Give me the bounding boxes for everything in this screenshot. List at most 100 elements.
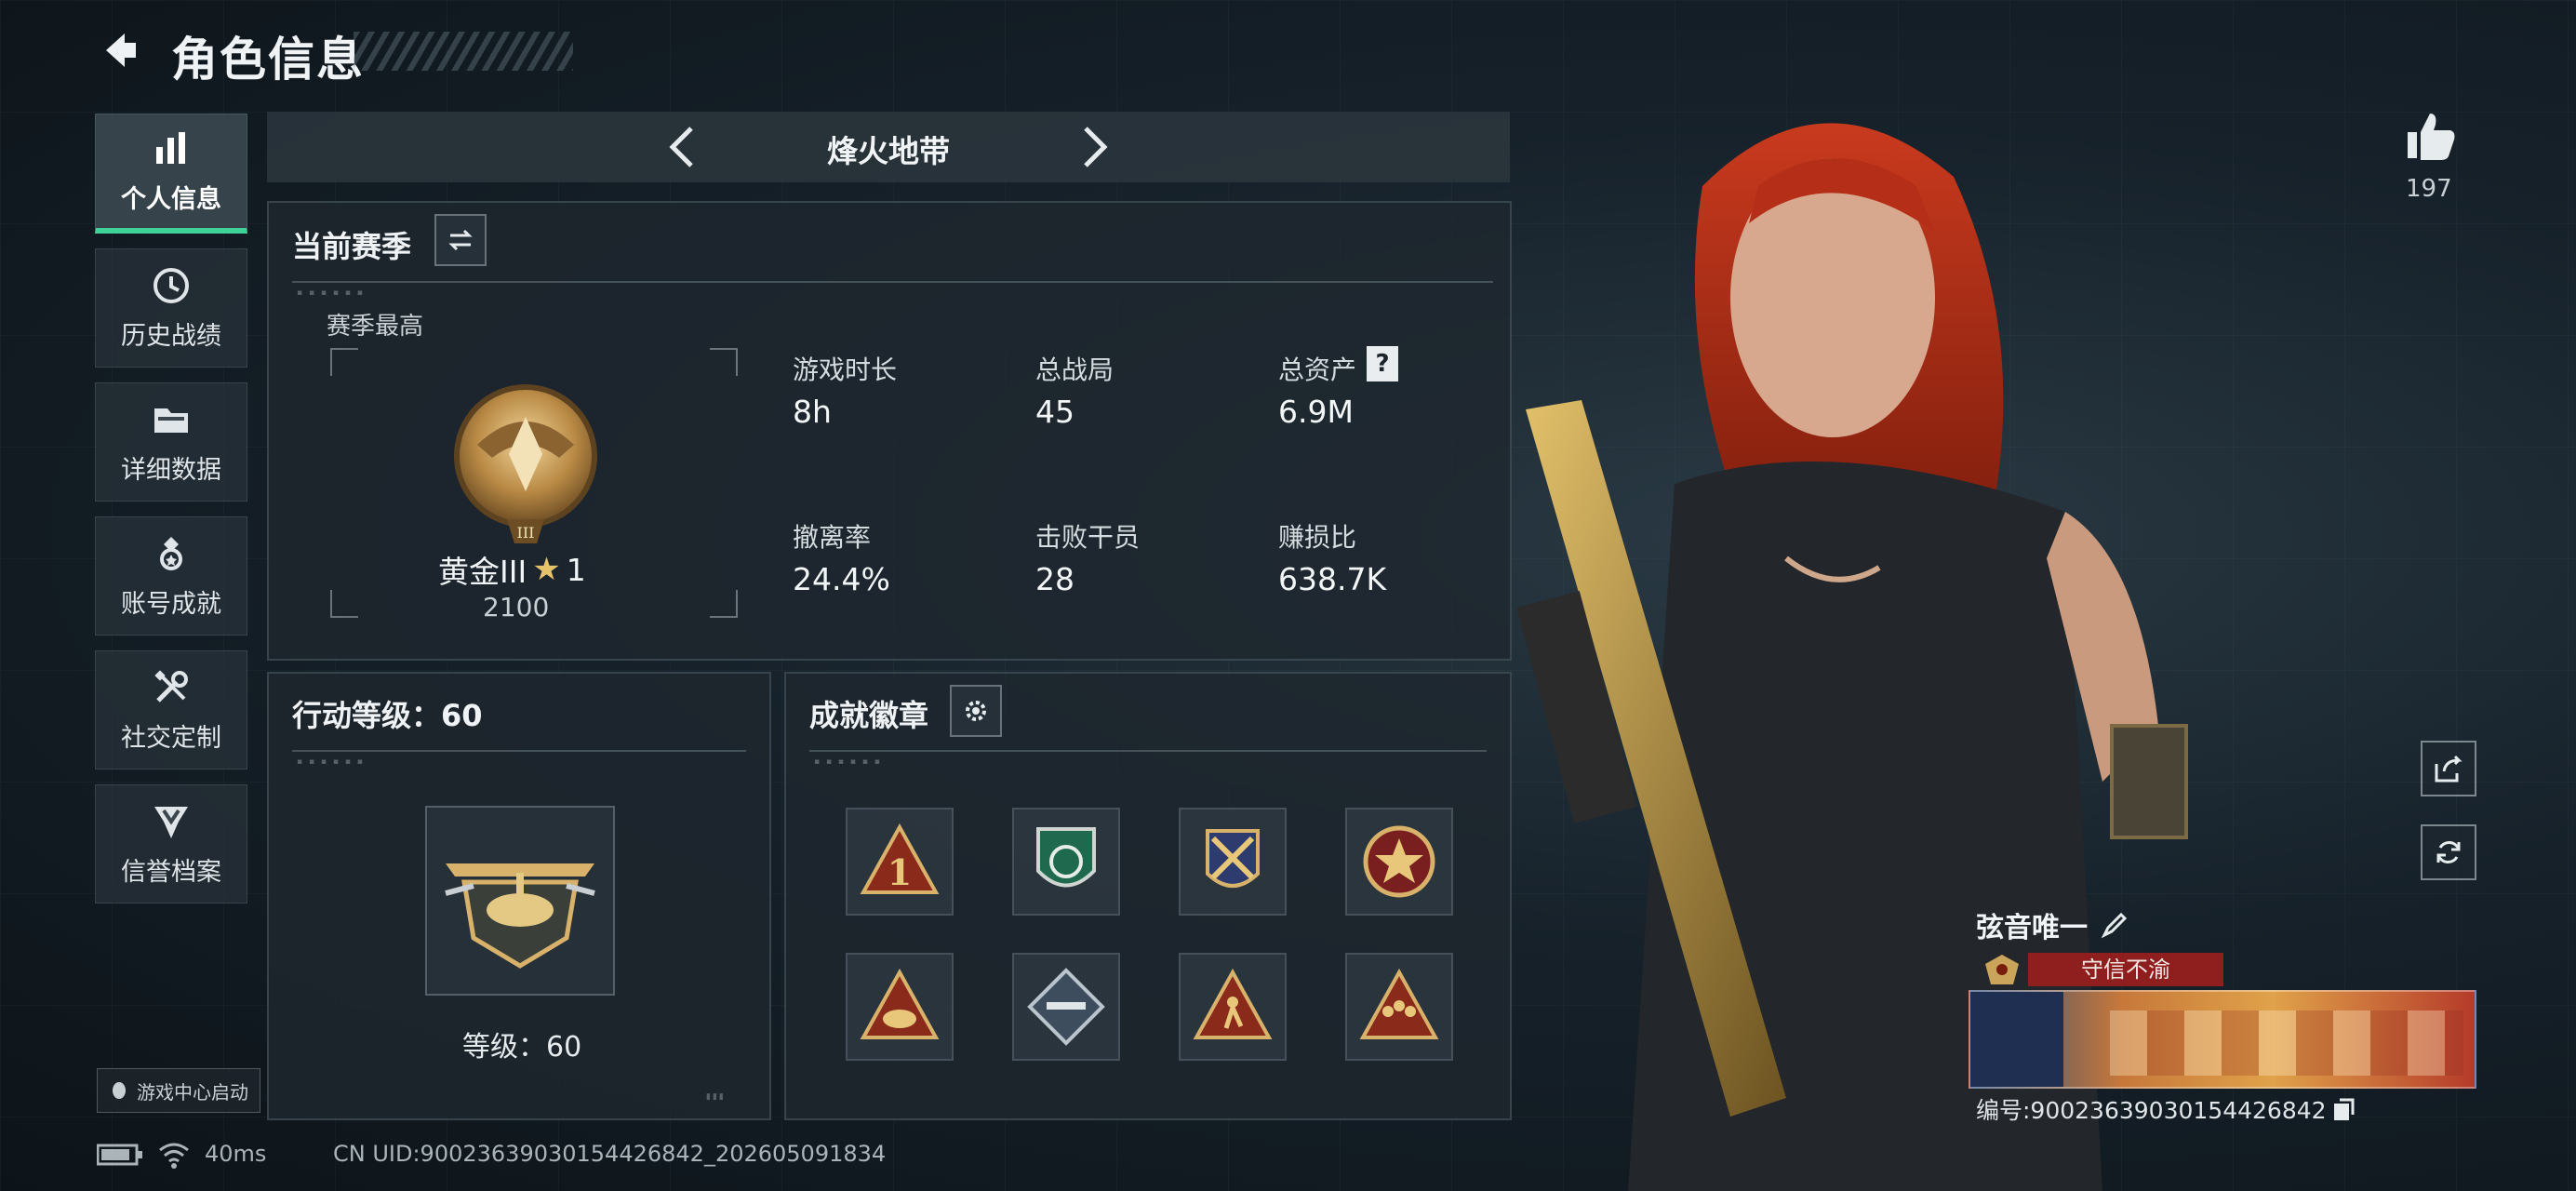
nav-label: 个人信息 [121, 184, 221, 214]
nav-item-social[interactable]: 社交定制 [95, 650, 247, 769]
divider [292, 281, 1493, 283]
divider [292, 750, 746, 752]
share-icon [2435, 755, 2463, 783]
stat-label: 赚损比 [1278, 522, 1357, 553]
nav-label: 信誉档案 [121, 857, 221, 887]
frame-corner [330, 348, 358, 376]
stat-value: 638.7K [1278, 561, 1387, 597]
stat-value: 45 [1035, 394, 1074, 430]
level-text: 等级：60 [462, 1031, 582, 1064]
triangle-one-badge-icon: 1 [860, 823, 940, 894]
help-icon[interactable]: ? [1367, 346, 1398, 381]
banner-avatar-art [1970, 992, 2063, 1087]
battery-icon [97, 1144, 142, 1166]
divider [809, 750, 1487, 752]
nav-item-credit[interactable]: 信誉档案 [95, 784, 247, 903]
season-title: 当前赛季 [292, 229, 412, 264]
stat-label: 击败干员 [1035, 522, 1141, 553]
wifi-icon [159, 1143, 189, 1169]
svg-text:1: 1 [888, 851, 912, 893]
action-level-panel: 行动等级：60 ▪ ▪ ▪ ▪ ▪ ▪ 等级：60 ▮▮▮ [267, 672, 771, 1120]
reputation-emblem-icon [1976, 951, 2028, 988]
stat-label: 总资产 [1278, 355, 1357, 385]
game-center-launch-button[interactable]: 游戏中心启动 [97, 1068, 260, 1113]
nav-item-history[interactable]: 历史战绩 [95, 248, 247, 368]
gold-rank-emblem-icon: III [454, 384, 597, 543]
uid-text: CN UID:90023639030154426842_202605091834 [333, 1141, 887, 1167]
action-level-title: 行动等级：60 [292, 698, 483, 733]
rank-stars: 1 [566, 551, 586, 588]
copy-icon[interactable] [2332, 1096, 2356, 1122]
refresh-button[interactable] [2421, 824, 2476, 880]
bar-chart-icon [156, 131, 185, 164]
mode-name: 烽火地带 [827, 133, 950, 169]
triangle-runner-badge-icon [1193, 968, 1273, 1039]
mode-selector: 烽火地带 [267, 112, 1510, 182]
penguin-icon [113, 1082, 126, 1099]
clock-history-icon [153, 267, 189, 303]
ping-text: 40ms [205, 1141, 267, 1167]
badge-slot[interactable] [1012, 953, 1120, 1061]
svg-text:III: III [517, 524, 535, 542]
season-switch-button[interactable] [434, 214, 487, 266]
stat-value: 28 [1035, 561, 1074, 597]
share-button[interactable] [2421, 741, 2476, 796]
banner-art [2110, 1010, 2463, 1076]
likes-count: 197 [2406, 175, 2452, 203]
reputation-badge: 守信不渝 [2028, 953, 2223, 986]
nav-label: 详细数据 [121, 455, 221, 485]
player-name: 弦音唯一 [1976, 912, 2088, 944]
level-badge-frame [425, 806, 615, 996]
player-id-row: 编号:90023639030154426842 [1976, 1092, 2356, 1126]
profile-banner[interactable] [1969, 990, 2476, 1089]
crossed-emblem-badge-icon [1206, 829, 1260, 888]
nav-label: 社交定制 [121, 723, 221, 753]
shield-rank-icon [154, 806, 188, 838]
back-arrow-icon[interactable] [97, 28, 141, 73]
nav-item-detail[interactable]: 详细数据 [95, 382, 247, 502]
rank-points: 2100 [483, 592, 550, 622]
stat-label: 撤离率 [793, 522, 872, 553]
badge-slot[interactable] [1179, 808, 1287, 916]
deco-marks: ▪ ▪ ▪ ▪ ▪ ▪ [814, 757, 882, 767]
tools-icon [154, 669, 188, 703]
badges-title: 成就徽章 [809, 698, 929, 733]
page-title: 角色信息 [171, 33, 365, 87]
stat-label: 游戏时长 [793, 355, 898, 385]
swap-icon [448, 229, 473, 251]
badge-slot[interactable] [1012, 808, 1120, 916]
folder-icon [154, 408, 188, 433]
rank-display: 黄金III ★ 1 [438, 547, 586, 592]
launch-label: 游戏中心启动 [137, 1080, 248, 1104]
badge-slot[interactable] [846, 953, 954, 1061]
badge-slot[interactable] [1179, 953, 1287, 1061]
season-panel: 当前赛季 ▪ ▪ ▪ ▪ ▪ ▪ 赛季最高 III 黄金III ★ 1 2100… [267, 201, 1512, 661]
medal-icon [160, 536, 182, 570]
stat-label: 总战局 [1035, 355, 1114, 385]
thumbs-up-icon[interactable] [2402, 108, 2458, 164]
deco-marks: ▪ ▪ ▪ ▪ ▪ ▪ [297, 757, 365, 767]
star-icon: ★ [532, 551, 561, 588]
refresh-icon [2436, 841, 2461, 863]
helicopter-level-badge-icon [445, 863, 595, 969]
title-decoration [354, 32, 573, 71]
frame-corner [330, 590, 358, 618]
rank-name: 黄金III [438, 554, 527, 590]
badge-slot[interactable]: 1 [846, 808, 954, 916]
nav-label: 账号成就 [121, 589, 221, 619]
stat-value: 8h [793, 394, 832, 430]
gear-icon [966, 701, 986, 721]
badge-settings-button[interactable] [950, 685, 1002, 737]
diamond-rifle-badge-icon [1027, 968, 1105, 1046]
frame-corner [710, 590, 738, 618]
nav-label: 历史战绩 [121, 321, 221, 351]
stat-value: 24.4% [793, 561, 890, 597]
nav-item-achievements[interactable]: 账号成就 [95, 516, 247, 636]
edit-pencil-icon[interactable] [2101, 911, 2129, 939]
player-name-row: 弦音唯一 [1976, 904, 2129, 945]
deco-marks: ▮▮▮ [706, 1092, 726, 1102]
stat-value: 6.9M [1278, 394, 1354, 430]
nav-item-personal[interactable]: 个人信息 [95, 114, 247, 234]
season-best-label: 赛季最高 [327, 313, 424, 341]
chevron-right-icon[interactable] [1071, 125, 1115, 169]
